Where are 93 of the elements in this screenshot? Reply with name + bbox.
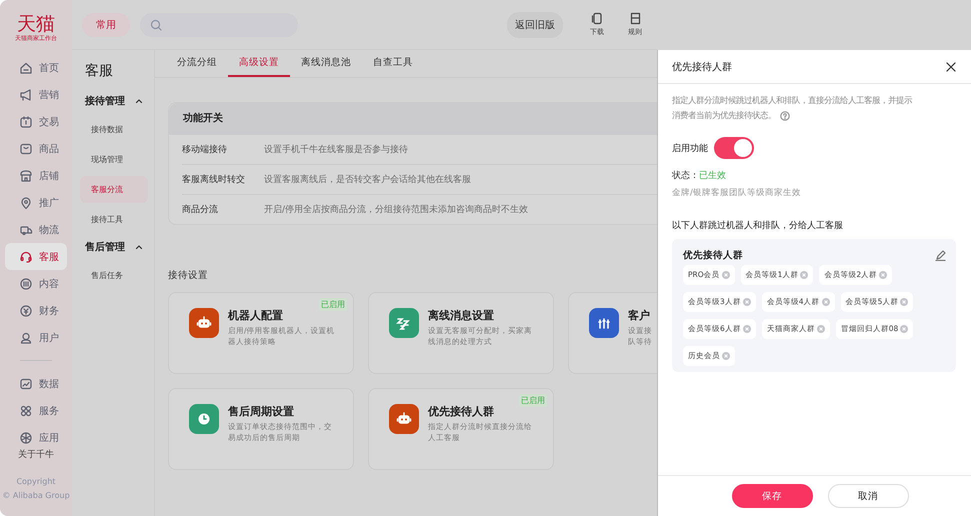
- nav-item[interactable]: 营销: [5, 81, 67, 108]
- help-icon: [780, 110, 790, 120]
- search-icon: [150, 18, 162, 30]
- remove-icon[interactable]: [879, 271, 888, 279]
- coin-icon: [19, 304, 33, 318]
- setting-label: 客服离线时转交: [182, 174, 246, 186]
- about-link[interactable]: 关于千牛: [18, 448, 54, 461]
- phone-icon: [590, 12, 604, 25]
- card-header: 功能开关: [169, 103, 657, 135]
- setting-description: 设置手机千牛在线客服是否参与接待: [264, 144, 408, 156]
- group-label: 售后管理: [85, 240, 125, 254]
- status-label: 状态：: [672, 171, 699, 181]
- nav-item[interactable]: 店铺: [5, 162, 67, 189]
- copyright-text: Copyright: [15, 476, 57, 488]
- card-title: 客户: [628, 308, 651, 323]
- home-icon: [19, 60, 33, 74]
- back-button[interactable]: 返回旧版: [507, 12, 563, 38]
- nav-item[interactable]: 商品: [5, 135, 67, 162]
- tab[interactable]: 自查工具: [362, 50, 424, 77]
- chevron-up-icon: [135, 98, 143, 104]
- card-title: 售后周期设置: [228, 404, 295, 419]
- card-title: 优先接待人群: [428, 404, 495, 419]
- common-button[interactable]: 常用: [82, 12, 130, 36]
- menu-group[interactable]: 售后管理: [80, 236, 148, 258]
- remove-icon[interactable]: [800, 271, 808, 279]
- tab[interactable]: 高级设置: [228, 50, 290, 77]
- tab[interactable]: 离线消息池: [290, 50, 362, 77]
- headset-icon: [19, 250, 33, 264]
- user-icon: [19, 330, 33, 344]
- copyright-text: © Alibaba Group: [2, 490, 70, 502]
- remove-icon[interactable]: [742, 298, 751, 306]
- calendar-icon: [19, 114, 33, 128]
- nav-item[interactable]: 交易: [5, 108, 67, 135]
- drawer-title: 优先接待人群: [672, 60, 732, 74]
- close-icon: [946, 62, 956, 72]
- nav-item[interactable]: 推广: [5, 189, 67, 216]
- menu-group[interactable]: 接待管理: [80, 90, 148, 112]
- drawer-description: 指定人群分流时候跳过机器人和排队，直接分流给人工客服，并提示: [672, 94, 912, 107]
- drawer-description: 消费者当前为优先接待状态。: [672, 109, 776, 122]
- section-title: 以下人群跳过机器人和排队，分给人工客服: [672, 220, 844, 232]
- toggle-switch[interactable]: [714, 137, 754, 159]
- logo: 天猫: [17, 13, 55, 35]
- apps-icon: [19, 404, 33, 418]
- card-title: 离线消息设置: [428, 308, 495, 323]
- nav-item[interactable]: 客服: [5, 243, 67, 270]
- setting-label: 移动端接待: [182, 144, 228, 156]
- remove-icon[interactable]: [742, 325, 751, 333]
- remove-icon[interactable]: [722, 271, 730, 279]
- save-button[interactable]: 保存: [732, 484, 812, 508]
- remove-icon[interactable]: [900, 298, 908, 306]
- status-badge: 已启用: [519, 394, 547, 407]
- setting-description: 设置客服离线后，是否转交客户会话给其他在线客服: [264, 174, 471, 186]
- menu-item[interactable]: 现场管理: [80, 146, 148, 173]
- nav-item[interactable]: 财务: [5, 297, 67, 324]
- nav-item[interactable]: 用户: [5, 324, 67, 351]
- nav-item[interactable]: 首页: [5, 54, 67, 81]
- card-title: 机器人配置: [228, 308, 284, 323]
- setting-label: 商品分流: [182, 204, 219, 216]
- tab[interactable]: 分流分组: [166, 50, 228, 77]
- flower-icon: [19, 430, 33, 444]
- toggle-label: 启用功能: [672, 142, 708, 154]
- menu-item[interactable]: 接待工具: [80, 206, 148, 233]
- search-field[interactable]: [140, 12, 298, 36]
- shop-icon: [19, 168, 33, 182]
- box-icon: [19, 142, 33, 156]
- setting-description: 开启/停用全店按商品分流，分组接待范围未添加咨询商品时不生效: [264, 204, 528, 216]
- menu-item[interactable]: 客服分流: [80, 176, 148, 203]
- group-title: 优先接待人群: [683, 249, 743, 262]
- nav-item[interactable]: 内容: [5, 270, 67, 297]
- nav-item[interactable]: 数据: [5, 370, 67, 397]
- status-value: 已生效: [699, 171, 726, 181]
- nav-item[interactable]: 应用: [5, 424, 67, 451]
- menu-item[interactable]: 接待数据: [80, 116, 148, 143]
- cancel-button[interactable]: 取消: [828, 484, 908, 508]
- menu-item[interactable]: 售后任务: [80, 262, 148, 289]
- remove-icon[interactable]: [722, 352, 730, 360]
- chart-icon: [19, 376, 33, 390]
- nav-item[interactable]: 服务: [5, 397, 67, 424]
- remove-icon[interactable]: [822, 298, 830, 306]
- remove-icon[interactable]: [816, 325, 825, 333]
- section-title: 客服: [84, 62, 114, 80]
- remove-icon[interactable]: [900, 325, 908, 333]
- note-text: 金牌/银牌客服团队等级商家生效: [672, 187, 802, 199]
- group-label: 接待管理: [85, 94, 125, 108]
- chevron-up-icon: [135, 244, 143, 250]
- document-icon: [628, 12, 642, 25]
- nav-item[interactable]: 物流: [5, 216, 67, 243]
- status-badge: 已启用: [319, 298, 347, 311]
- location-icon: [19, 196, 33, 210]
- edit-icon: [935, 250, 946, 261]
- grid-icon: [19, 276, 33, 290]
- megaphone-icon: [19, 88, 33, 102]
- section-title: 接待设置: [168, 269, 209, 282]
